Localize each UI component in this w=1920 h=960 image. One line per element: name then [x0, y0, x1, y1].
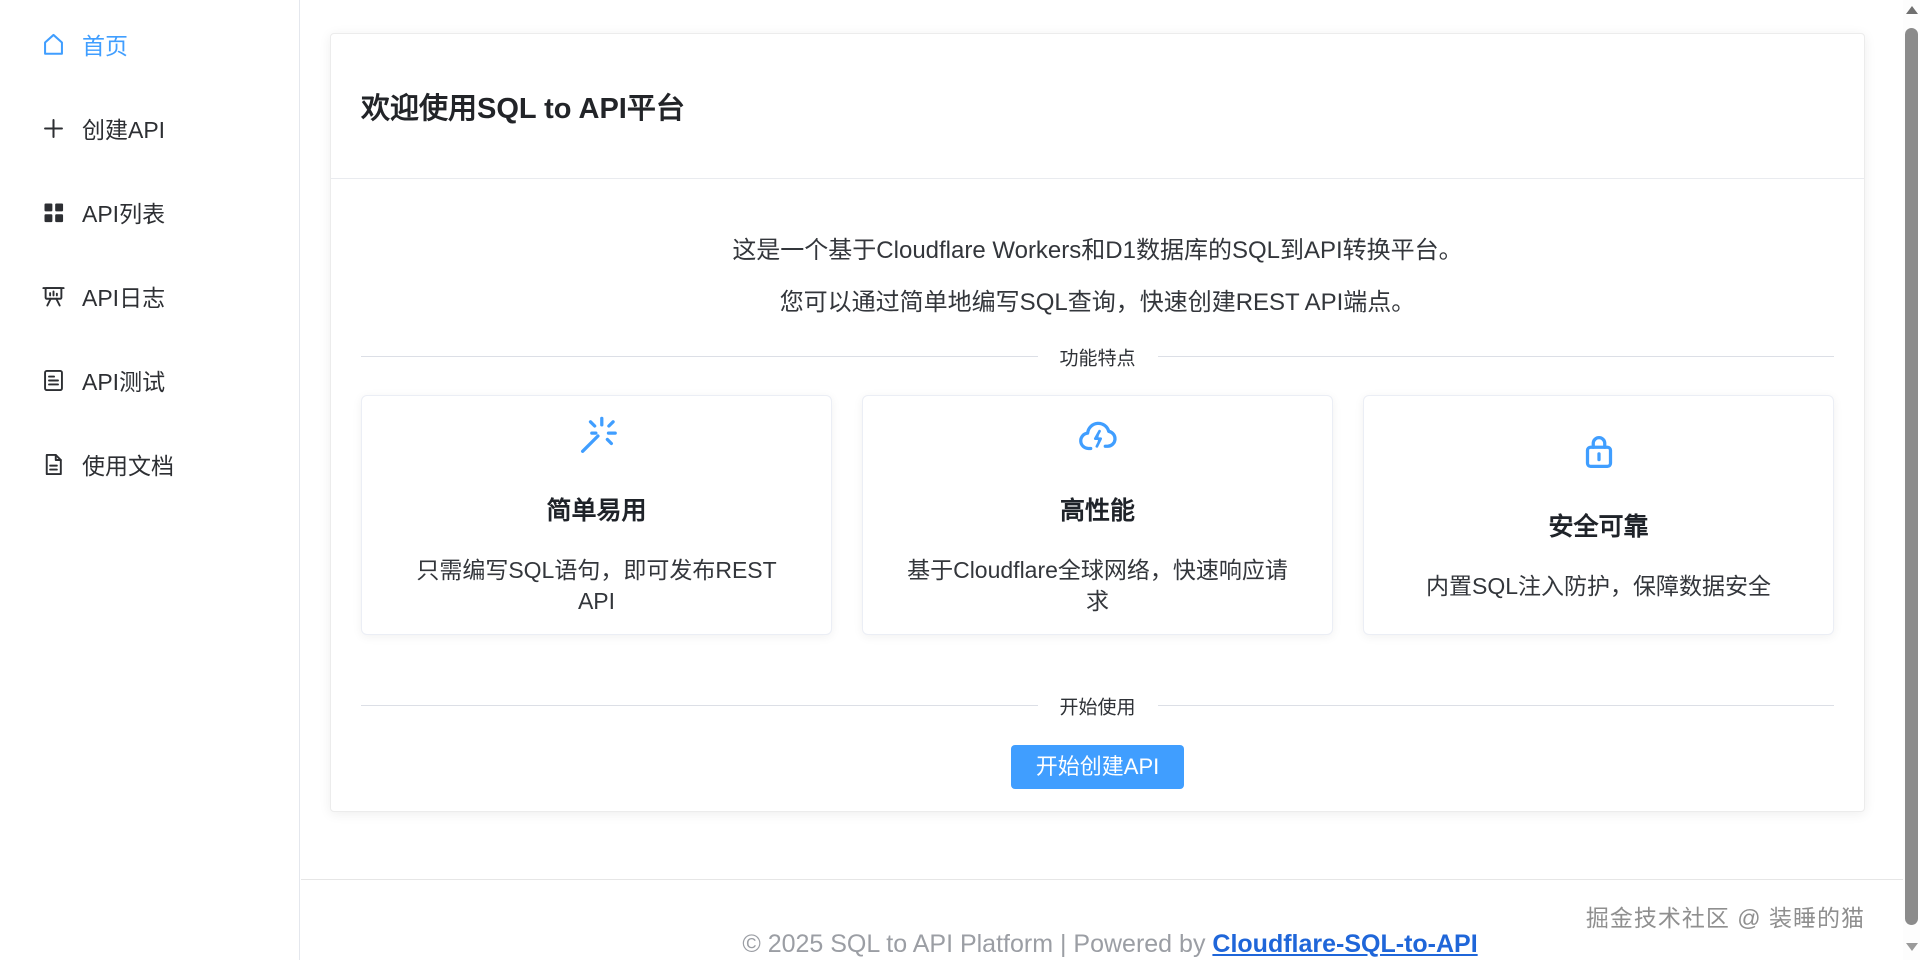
feature-cards-row: 简单易用 只需编写SQL语句，即可发布REST API 高性能 基于Cloudf… [361, 395, 1834, 635]
grid-icon [40, 199, 67, 226]
sidebar-item-label: 首页 [82, 33, 128, 59]
copyright-text: © 2025 SQL to API Platform | Powered by [742, 930, 1206, 958]
sidebar-item-api-logs[interactable]: API日志 [0, 254, 299, 338]
feature-title: 简单易用 [546, 497, 647, 525]
sidebar-item-create-api[interactable]: 创建API [0, 86, 299, 170]
intro-text: 这是一个基于Cloudflare Workers和D1数据库的SQL到API转换… [361, 235, 1834, 319]
scrollbar-thumb[interactable] [1905, 28, 1918, 925]
features-divider-label: 功能特点 [1037, 343, 1158, 371]
plus-icon [40, 115, 67, 142]
data-board-icon [40, 283, 67, 310]
cloudflare-sql-to-api-link[interactable]: Cloudflare-SQL-to-API [1212, 930, 1477, 958]
intro-line-1: 这是一个基于Cloudflare Workers和D1数据库的SQL到API转换… [732, 237, 1463, 264]
feature-description: 内置SQL注入防护，保障数据安全 [1425, 572, 1772, 599]
welcome-card-body: 这是一个基于Cloudflare Workers和D1数据库的SQL到API转换… [331, 179, 1864, 789]
sidebar-item-label: 创建API [82, 117, 166, 143]
feature-description: 只需编写SQL语句，即可发布REST API [416, 557, 777, 614]
feature-card-easy: 简单易用 只需编写SQL语句，即可发布REST API [361, 395, 832, 635]
sidebar-item-label: 使用文档 [82, 453, 174, 479]
cloud-lightning-icon [1075, 413, 1121, 459]
sidebar-item-docs[interactable]: 使用文档 [0, 422, 299, 506]
features-divider: 功能特点 [361, 343, 1834, 371]
vertical-scrollbar[interactable] [1903, 0, 1920, 960]
scrollbar-down-arrow-icon[interactable] [1906, 943, 1918, 951]
footer-divider [301, 879, 1920, 880]
watermark-text: 掘金技术社区 @ 装睡的猫 [1585, 905, 1865, 931]
footer: © 2025 SQL to API Platform | Powered by … [300, 930, 1920, 959]
sidebar-item-home[interactable]: 首页 [0, 2, 299, 86]
start-button-row: 开始创建API [361, 745, 1834, 789]
welcome-card: 欢迎使用SQL to API平台 这是一个基于Cloudflare Worker… [330, 33, 1865, 812]
sidebar-item-api-list[interactable]: API列表 [0, 170, 299, 254]
sidebar: 首页 创建API API列表 API日志 API测试 使用文档 [0, 0, 300, 960]
intro-line-2: 您可以通过简单地编写SQL查询，快速创建REST API端点。 [779, 289, 1416, 316]
sidebar-item-label: API列表 [82, 201, 166, 227]
welcome-card-header: 欢迎使用SQL to API平台 [331, 34, 1864, 179]
feature-title: 高性能 [1059, 497, 1135, 525]
start-divider-label: 开始使用 [1037, 692, 1158, 720]
sidebar-item-label: API测试 [82, 369, 166, 395]
file-icon [40, 451, 67, 478]
create-api-button[interactable]: 开始创建API [1010, 745, 1185, 789]
document-lines-icon [40, 367, 67, 394]
start-divider: 开始使用 [361, 692, 1834, 720]
magic-stick-icon [574, 413, 620, 459]
feature-description: 基于Cloudflare全球网络，快速响应请求 [907, 557, 1288, 614]
scrollbar-up-arrow-icon[interactable] [1906, 6, 1918, 14]
feature-card-performance: 高性能 基于Cloudflare全球网络，快速响应请求 [862, 395, 1333, 635]
feature-title: 安全可靠 [1548, 512, 1649, 541]
sidebar-item-api-test[interactable]: API测试 [0, 338, 299, 422]
sidebar-item-label: API日志 [82, 285, 166, 311]
lock-icon [1576, 429, 1622, 475]
page-title: 欢迎使用SQL to API平台 [361, 93, 685, 125]
home-icon [40, 31, 67, 58]
feature-card-security: 安全可靠 内置SQL注入防护，保障数据安全 [1363, 395, 1834, 635]
